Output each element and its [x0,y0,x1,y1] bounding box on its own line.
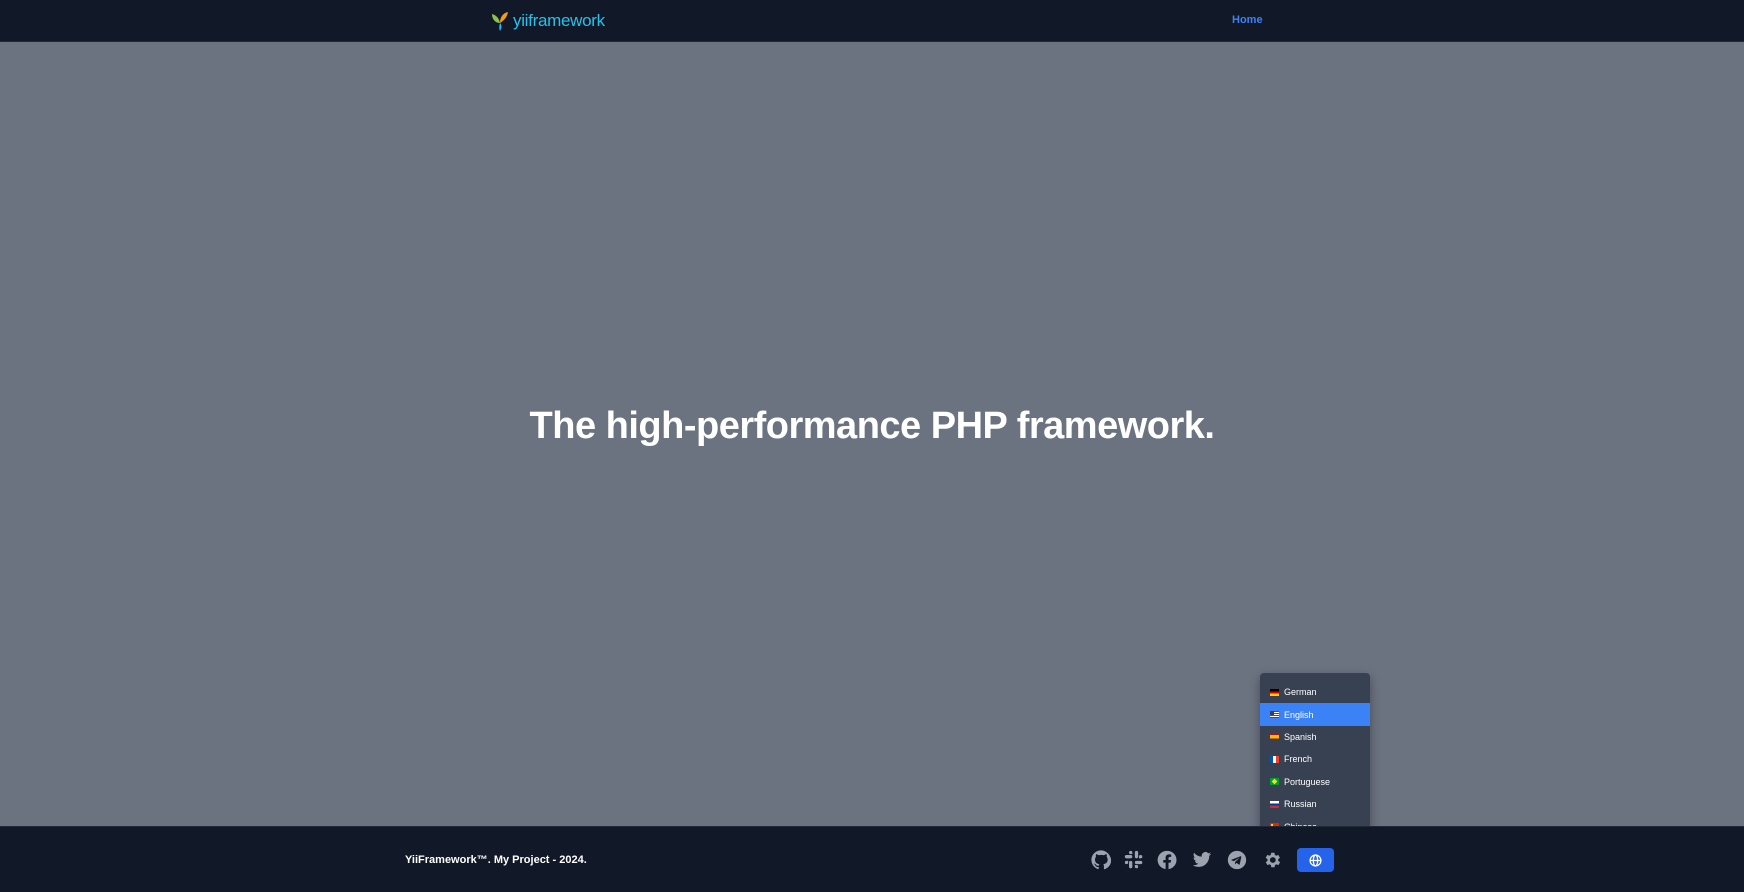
france-flag-icon [1270,755,1279,763]
usa-flag-icon [1270,711,1279,719]
germany-flag-icon [1270,688,1279,696]
footer-copyright: YiiFramework™. My Project - 2024. [405,854,587,866]
spain-flag-icon [1270,733,1279,741]
slack-icon[interactable] [1123,849,1145,871]
language-label: French [1284,754,1313,765]
language-option-german[interactable]: German [1260,681,1370,703]
language-label: English [1284,709,1314,720]
github-icon[interactable] [1090,849,1112,871]
brand-link[interactable]: yiiframework [490,9,605,33]
hero-section: The high-performance PHP framework. [0,42,1744,826]
language-label: German [1284,687,1317,698]
language-option-portuguese[interactable]: Portuguese [1260,771,1370,793]
language-option-french[interactable]: French [1260,748,1370,770]
brand-text: yiiframework [513,11,605,30]
language-label: Portuguese [1284,776,1331,787]
twitter-icon[interactable] [1191,849,1213,871]
globe-icon [1309,853,1322,867]
hero-title: The high-performance PHP framework. [529,405,1215,447]
page-footer: YiiFramework™. My Project - 2024. [0,826,1744,892]
top-navbar: yiiframework Home [0,0,1744,42]
russia-flag-icon [1270,800,1279,808]
language-select-button[interactable] [1297,848,1334,872]
yii-logo-icon [492,12,508,31]
telegram-icon[interactable] [1226,849,1248,871]
language-label: Spanish [1284,731,1317,742]
language-option-english[interactable]: English [1260,703,1370,726]
nav-home-link[interactable]: Home [1232,14,1263,26]
language-dropdown-menu: German English Spanish French Portuguese… [1260,673,1370,840]
language-label: Russian [1284,799,1317,810]
language-option-spanish[interactable]: Spanish [1260,726,1370,748]
facebook-icon[interactable] [1156,849,1178,871]
settings-gear-icon[interactable] [1261,849,1283,871]
brazil-flag-icon [1270,778,1279,786]
language-option-russian[interactable]: Russian [1260,793,1370,815]
